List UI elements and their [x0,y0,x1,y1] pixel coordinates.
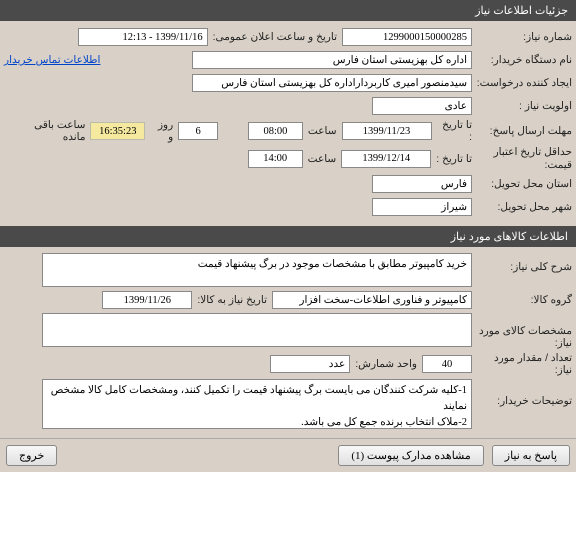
delivery-province-input[interactable] [372,175,472,193]
buyer-org-input[interactable] [192,51,472,69]
min-validity-time-label: ساعت [303,153,342,165]
deadline-time-input[interactable] [248,122,303,140]
priority-label: اولویت نیاز : [472,100,572,112]
requester-label: ایجاد کننده درخواست: [472,77,572,89]
need-number-input[interactable] [342,28,472,46]
goods-spec-label: مشخصات کالای مورد نیاز: [472,313,572,349]
time-remaining-label: ساعت باقی مانده [4,119,90,143]
view-docs-button[interactable]: مشاهده مدارک پیوست (1) [338,445,483,466]
buyer-org-label: نام دستگاه خریدار: [472,54,572,66]
unit-label: واحد شمارش: [350,358,422,370]
min-validity-label: حداقل تاریخ اعتبار قیمت: [472,146,572,171]
public-datetime-label: تاریخ و ساعت اعلان عمومی: [208,31,342,43]
need-desc-textarea[interactable] [42,253,472,287]
buyer-notes-textarea[interactable] [42,379,472,429]
delivery-province-label: استان محل تحویل: [472,178,572,190]
respond-button[interactable]: پاسخ به نیاز [492,445,570,466]
delivery-city-label: شهر محل تحویل: [472,201,572,213]
buyer-notes-label: توضیحات خریدار: [472,379,572,407]
qty-label: تعداد / مقدار مورد نیاز: [472,352,572,376]
deadline-label: مهلت ارسال پاسخ: [472,125,572,137]
need-by-date-input[interactable] [102,291,192,309]
need-number-label: شماره نیاز: [472,31,572,43]
deadline-time-label: ساعت [303,125,342,137]
until-label2: تا تاریخ : [431,153,472,165]
section2-header: اطلاعات کالاهای مورد نیاز [0,226,576,247]
exit-button[interactable]: خروج [6,445,57,466]
delivery-city-input[interactable] [372,198,472,216]
unit-input[interactable] [270,355,350,373]
priority-input[interactable] [372,97,472,115]
goods-spec-textarea[interactable] [42,313,472,347]
need-by-date-label: تاریخ نیاز به کالا: [192,294,272,306]
days-label: روز و [145,119,178,143]
qty-input[interactable] [422,355,472,373]
requester-input[interactable] [192,74,472,92]
need-desc-label: شرح کلی نیاز: [472,253,572,273]
time-remaining: 16:35:23 [90,122,145,140]
section1-header: جزئیات اطلاعات نیاز [0,0,576,21]
goods-group-label: گروه کالا: [472,294,572,306]
button-bar: پاسخ به نیاز مشاهده مدارک پیوست (1) خروج [0,438,576,472]
min-validity-date-input[interactable] [341,150,431,168]
min-validity-time-input[interactable] [248,150,303,168]
until-label: تا تاریخ : [432,119,473,143]
goods-group-input[interactable] [272,291,472,309]
public-datetime-input[interactable] [78,28,208,46]
section2-body: شرح کلی نیاز: گروه کالا: تاریخ نیاز به ک… [0,247,576,438]
buyer-contact-link[interactable]: اطلاعات تماس خریدار [4,54,100,66]
deadline-date-input[interactable] [342,122,432,140]
days-remaining-input[interactable] [178,122,218,140]
section1-body: شماره نیاز: تاریخ و ساعت اعلان عمومی: نا… [0,21,576,226]
